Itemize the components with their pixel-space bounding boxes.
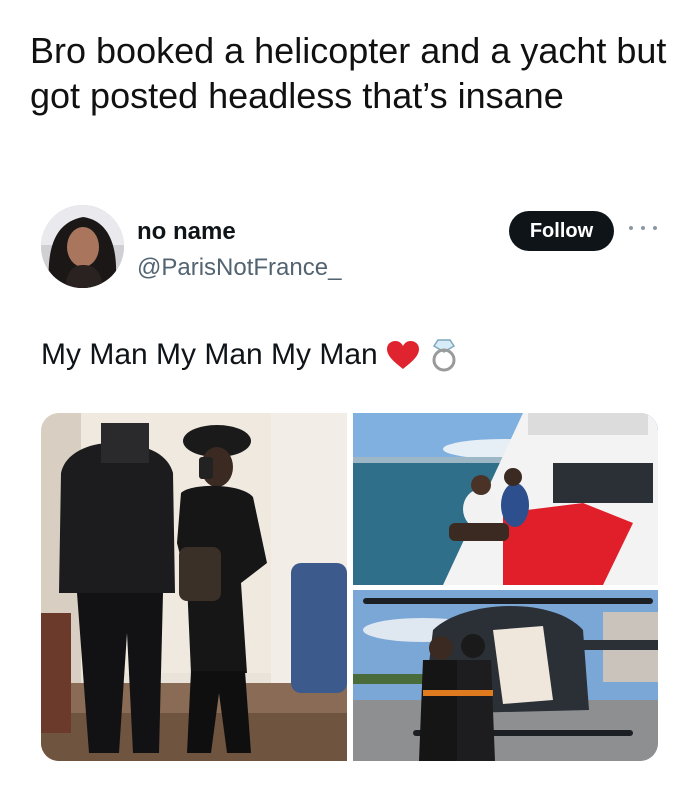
- follow-button[interactable]: Follow: [509, 211, 614, 251]
- dot: [629, 226, 633, 230]
- tweet-text-row: My Man My Man My Man: [41, 338, 460, 372]
- dot: [641, 226, 645, 230]
- avatar[interactable]: [41, 205, 124, 288]
- helicopter-photo[interactable]: [353, 590, 658, 761]
- couple-mirror-photo[interactable]: [41, 413, 347, 761]
- ring-icon: [432, 339, 456, 372]
- red-heart-icon: [386, 341, 419, 369]
- tweet-text: My Man My Man My Man: [41, 338, 378, 371]
- yacht-photo[interactable]: [353, 413, 658, 585]
- dot: [653, 226, 657, 230]
- post-caption: Bro booked a helicopter and a yacht but …: [30, 30, 667, 116]
- more-options-icon[interactable]: [629, 222, 657, 234]
- display-name[interactable]: no name: [137, 218, 236, 246]
- media-grid[interactable]: [41, 413, 658, 761]
- user-handle[interactable]: @ParisNotFrance_: [137, 254, 341, 282]
